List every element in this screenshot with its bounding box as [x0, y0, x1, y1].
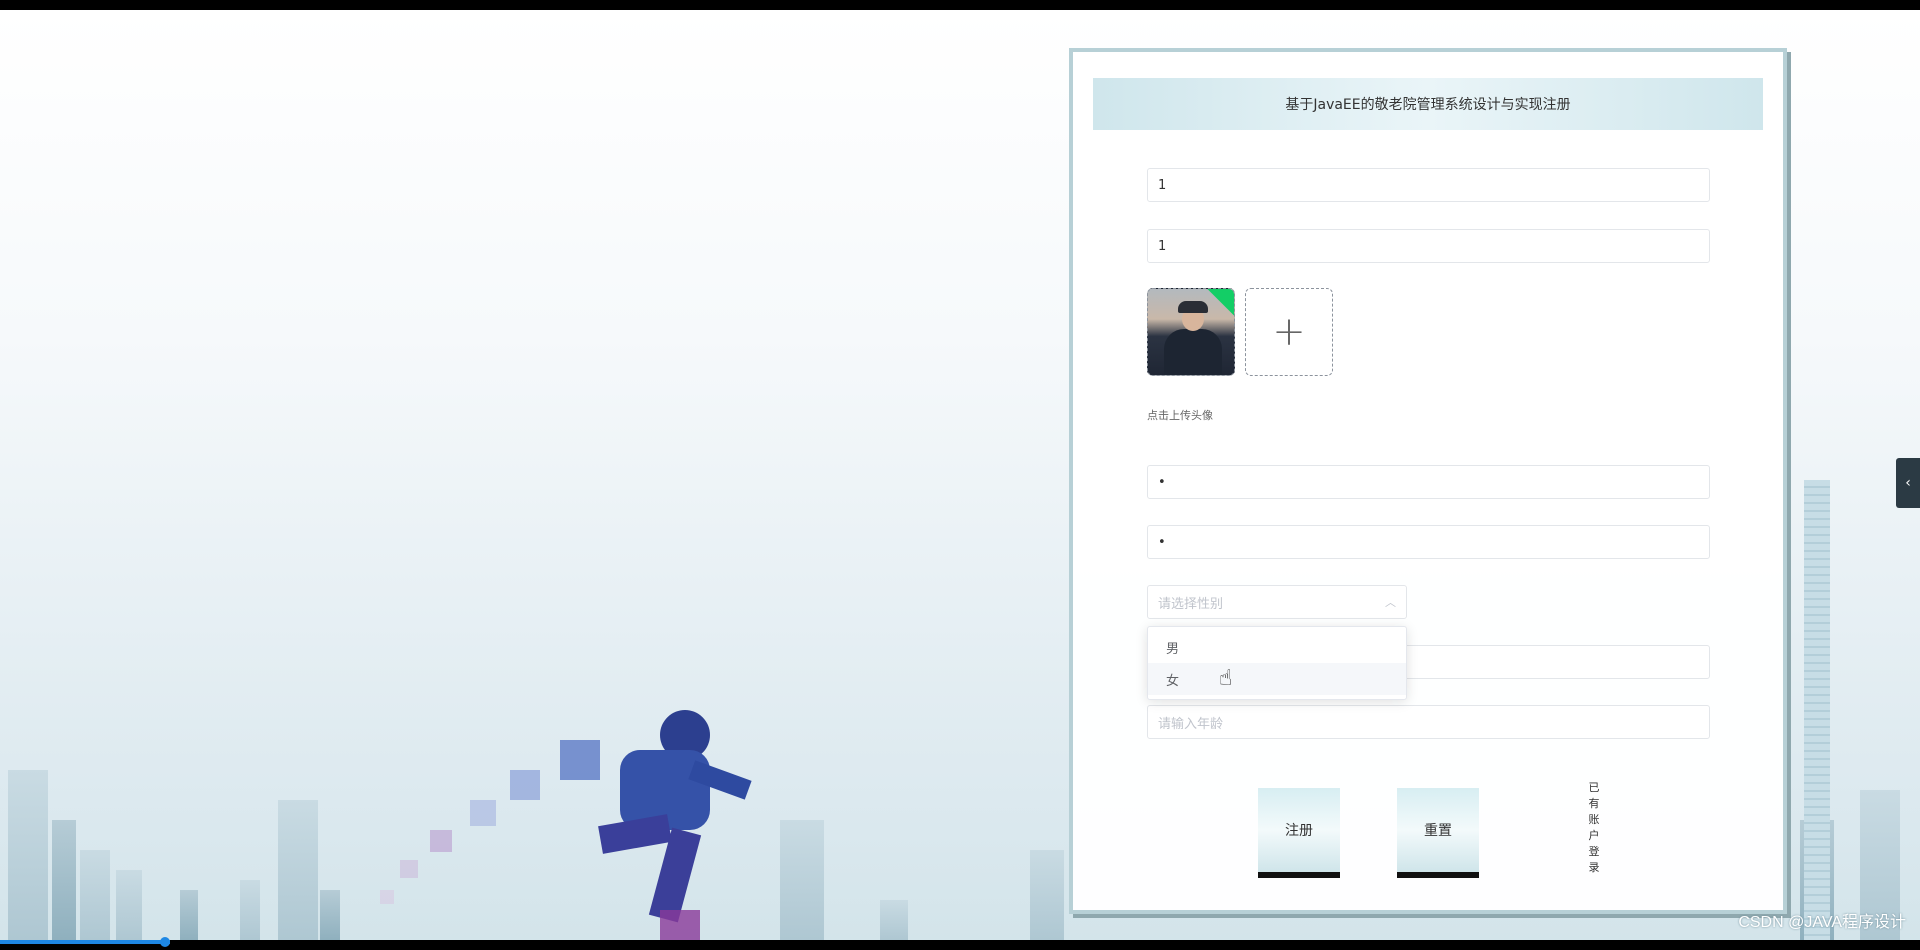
upload-success-icon: [1206, 289, 1234, 316]
progress-handle[interactable]: [160, 937, 170, 947]
gender-dropdown: 男 女: [1147, 626, 1407, 700]
gender-select-placeholder: 请选择性别: [1158, 596, 1224, 612]
plus-icon: +: [1272, 309, 1306, 355]
login-link[interactable]: 已有账户登录: [1586, 780, 1602, 876]
gender-select[interactable]: 请选择性别 ︿: [1147, 585, 1407, 619]
skyline-building: [1030, 850, 1064, 940]
chevron-up-icon: ︿: [1385, 596, 1396, 609]
name-input[interactable]: 1: [1147, 229, 1710, 263]
skyline-building: [180, 890, 198, 940]
skyline-building: [880, 900, 908, 940]
chevron-left-icon: ‹: [1905, 475, 1911, 491]
skyline-building: [8, 770, 48, 940]
progress-bar: [0, 940, 170, 944]
age-input[interactable]: 请输入年龄: [1147, 705, 1710, 739]
skyline-building: [320, 890, 340, 940]
skyline-building: [116, 870, 142, 940]
gender-option-male[interactable]: 男: [1148, 631, 1406, 663]
skyline-building: [80, 850, 110, 940]
form-title: 基于JavaEE的敬老院管理系统设计与实现注册: [1093, 78, 1763, 130]
skyline-building: [240, 880, 260, 940]
skyline-tower: [1804, 480, 1830, 940]
page-background: 基于JavaEE的敬老院管理系统设计与实现注册 1 1 + 点击上传头像 • •…: [0, 10, 1920, 940]
reset-button[interactable]: 重置: [1397, 788, 1479, 878]
register-button[interactable]: 注册: [1258, 788, 1340, 878]
watermark: CSDN @JAVA程序设计: [1738, 914, 1906, 931]
upload-hint: 点击上传头像: [1147, 409, 1213, 422]
avatar-upload-button[interactable]: +: [1245, 288, 1333, 376]
gender-option-female[interactable]: 女: [1148, 663, 1406, 695]
uploaded-avatar-thumbnail[interactable]: [1147, 288, 1235, 376]
confirm-password-input[interactable]: •: [1147, 525, 1710, 559]
skyline-building: [278, 800, 318, 940]
register-card: 基于JavaEE的敬老院管理系统设计与实现注册 1 1 + 点击上传头像 • •…: [1069, 48, 1787, 914]
sidebar-toggle-button[interactable]: ‹: [1896, 458, 1920, 508]
account-input[interactable]: 1: [1147, 168, 1710, 202]
hand-pointer-icon: ☝: [1219, 666, 1233, 691]
runner-illustration: [360, 700, 820, 940]
password-input[interactable]: •: [1147, 465, 1710, 499]
skyline-building: [52, 820, 76, 940]
